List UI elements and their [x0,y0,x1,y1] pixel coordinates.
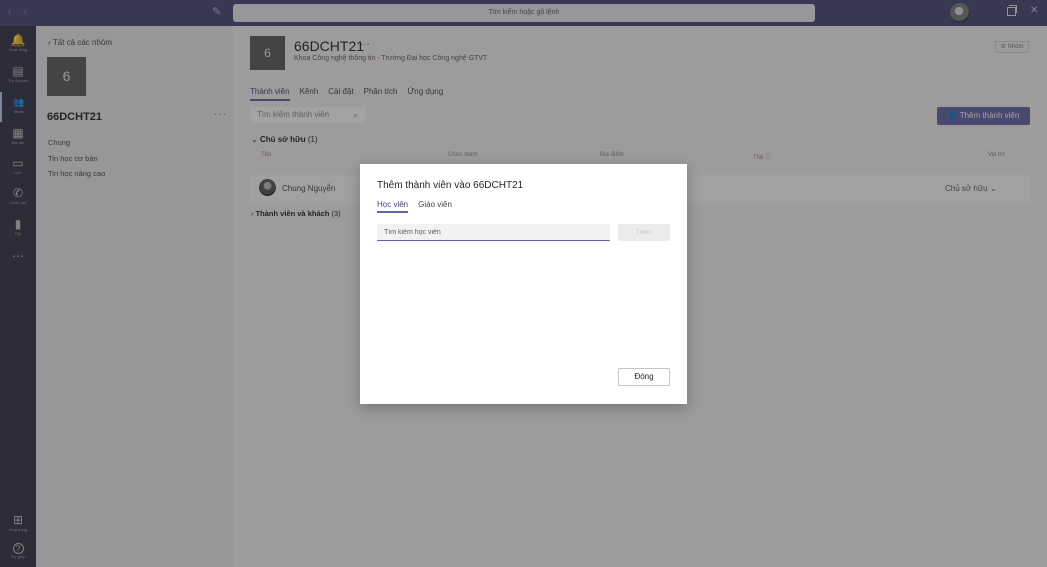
tab-students[interactable]: Học viên [377,200,409,213]
add-button[interactable]: Thêm [618,224,670,241]
add-members-dialog: Thêm thành viên vào 66DCHT21 Học viên Gi… [360,164,687,404]
student-search-input[interactable] [377,224,610,241]
dialog-title: Thêm thành viên vào 66DCHT21 [377,180,524,191]
dialog-tabs: Học viên Giáo viên [377,200,452,213]
close-button[interactable]: Đóng [618,368,670,386]
tab-teachers[interactable]: Giáo viên [418,200,452,213]
